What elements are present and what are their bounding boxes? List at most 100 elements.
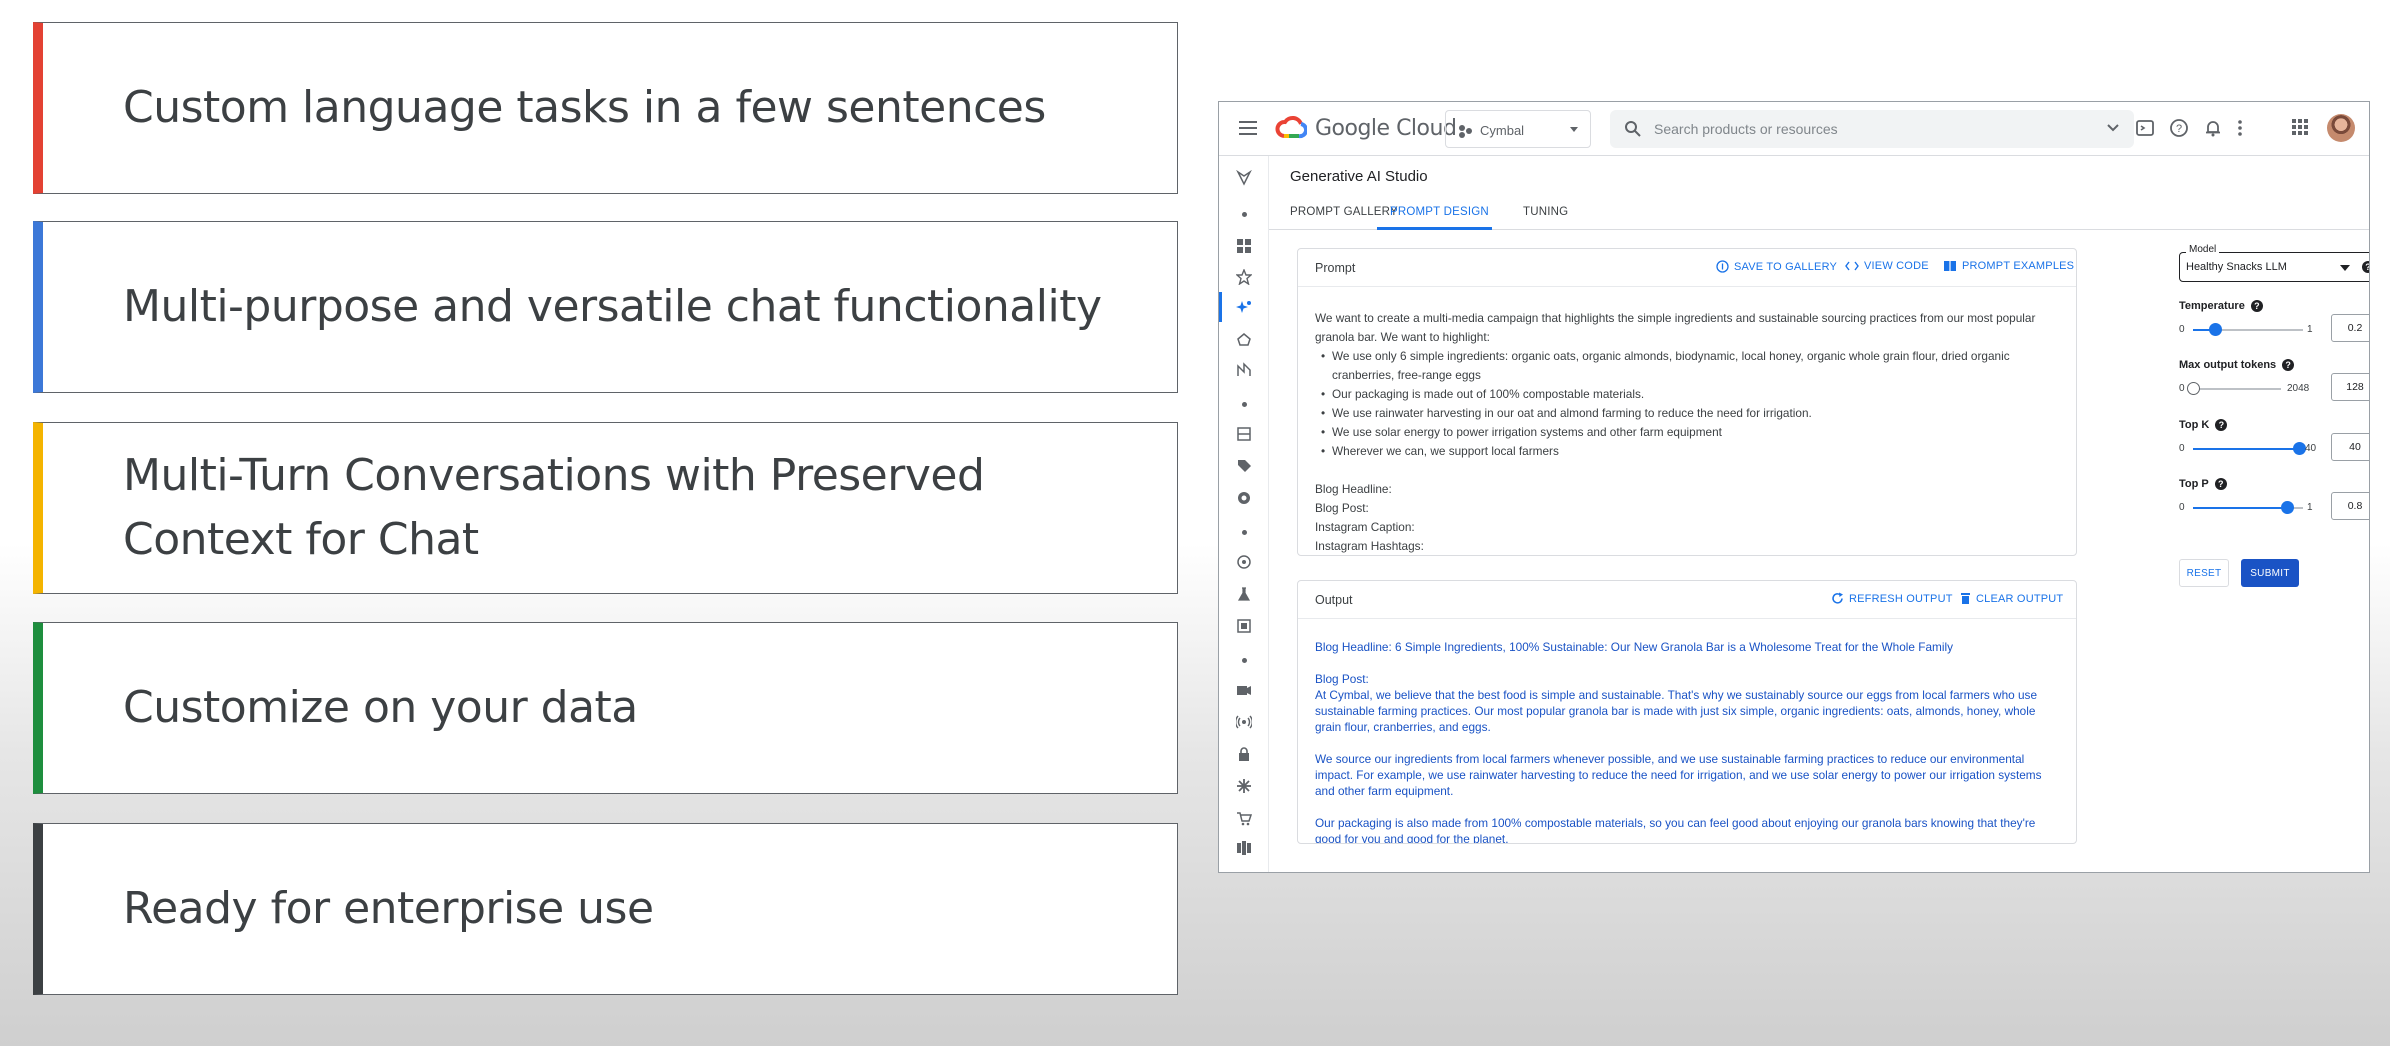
collapse-nav-icon[interactable] — [1236, 840, 1252, 856]
active-tab-indicator — [1377, 227, 1492, 230]
max-output-tokens-param: Max output tokens? 0 2048 128 — [2179, 359, 2369, 415]
list-item: Wherever we can, we support local farmer… — [1315, 442, 2055, 461]
view-code-label: VIEW CODE — [1864, 260, 1929, 272]
nav-dot-icon[interactable] — [1242, 402, 1247, 407]
temperature-param: Temperature? 0 1 0.2 — [2179, 300, 2369, 356]
generative-ai-icon[interactable] — [1236, 299, 1252, 315]
save-to-gallery-label: SAVE TO GALLERY — [1734, 260, 1838, 273]
workbench-icon[interactable] — [1236, 778, 1252, 794]
submit-button[interactable]: SUBMIT — [2241, 559, 2299, 587]
feature-text: Ready for enterprise use — [123, 883, 654, 934]
prompt-examples-button[interactable]: PROMPT EXAMPLES — [1943, 260, 2074, 272]
code-icon — [1845, 261, 1859, 271]
notification-bell-icon[interactable] — [2203, 118, 2223, 138]
prompt-examples-label: PROMPT EXAMPLES — [1962, 260, 2075, 272]
top-p-input[interactable]: 0.8 — [2331, 492, 2369, 520]
tab-tuning[interactable]: TUNING — [1523, 206, 1568, 218]
model-select[interactable]: Model Healthy Snacks LLM ? — [2179, 244, 2369, 282]
help-icon[interactable]: ? — [2282, 359, 2295, 371]
menu-icon[interactable] — [1239, 119, 1257, 137]
dashboard-icon[interactable] — [1236, 238, 1252, 254]
output-paragraph: Our packaging is also made from 100% com… — [1315, 816, 2036, 844]
cloud-console-window: Google Cloud Cymbal Search products or r… — [1218, 101, 2370, 873]
output-paragraph: At Cymbal, we believe that the best food… — [1315, 688, 2038, 734]
output-text: Blog Headline: 6 Simple Ingredients, 100… — [1315, 639, 2055, 844]
reset-button[interactable]: RESET — [2179, 559, 2229, 587]
nav-dot-icon[interactable] — [1242, 530, 1247, 535]
page-title: Generative AI Studio — [1290, 168, 1428, 185]
top-k-input[interactable]: 40 — [2331, 433, 2369, 461]
trash-icon — [1961, 593, 1970, 604]
refresh-output-button[interactable]: REFRESH OUTPUT — [1831, 592, 1953, 605]
slider-thumb[interactable] — [2187, 382, 2200, 395]
chevron-down-icon[interactable] — [2106, 123, 2120, 133]
prompt-field: Instagram Caption: — [1315, 520, 1415, 534]
list-item: We use rainwater harvesting in our oat a… — [1315, 404, 2055, 423]
param-max: 1 — [2307, 324, 2313, 335]
clear-output-label: CLEAR OUTPUT — [1976, 592, 2064, 605]
help-icon[interactable]: ? — [2362, 261, 2369, 273]
feature-card-enterprise: Ready for enterprise use — [33, 823, 1178, 995]
nav-dot-icon[interactable] — [1242, 212, 1247, 217]
endpoints-icon[interactable] — [1236, 682, 1252, 698]
temperature-slider[interactable] — [2193, 323, 2303, 336]
terminal-icon[interactable] — [2135, 118, 2155, 138]
prompt-field: Instagram Hashtags: — [1315, 539, 1424, 553]
slider-thumb[interactable] — [2209, 323, 2222, 336]
max-output-tokens-input[interactable]: 128 — [2331, 373, 2369, 401]
clear-output-button[interactable]: CLEAR OUTPUT — [1960, 592, 2063, 605]
model-garden-icon[interactable] — [1236, 331, 1252, 347]
top-k-param: Top K? 0 40 40 — [2179, 419, 2369, 475]
prompt-title: Prompt — [1315, 261, 1356, 275]
save-to-gallery-button[interactable]: SAVE TO GALLERY — [1716, 260, 1837, 273]
prompt-field: Blog Headline: — [1315, 482, 1392, 496]
top-p-slider[interactable] — [2193, 501, 2303, 514]
help-icon[interactable]: ? — [2169, 118, 2189, 138]
experiments-icon[interactable] — [1236, 586, 1252, 602]
datasets-icon[interactable] — [1236, 426, 1252, 442]
slider-thumb[interactable] — [2280, 501, 2294, 514]
project-selector[interactable]: Cymbal — [1445, 110, 1591, 148]
help-icon[interactable]: ? — [2215, 419, 2228, 431]
training-icon[interactable] — [1236, 554, 1252, 570]
output-post-label: Blog Post: — [1315, 672, 1369, 686]
top-p-param: Top P? 0 1 0.8 — [2179, 478, 2369, 534]
tab-prompt-design[interactable]: PROMPT DESIGN — [1390, 206, 1489, 218]
svg-text:?: ? — [2176, 123, 2182, 135]
output-paragraph: We source our ingredients from local far… — [1315, 752, 2042, 798]
features-icon[interactable] — [1236, 490, 1252, 506]
broadcast-icon[interactable] — [1236, 714, 1252, 730]
list-item: We use solar energy to power irrigation … — [1315, 423, 2055, 442]
label-icon[interactable] — [1236, 458, 1252, 474]
feature-card-chat: Multi-purpose and versatile chat functio… — [33, 221, 1178, 393]
search-bar[interactable]: Search products or resources — [1610, 110, 2134, 148]
lock-icon[interactable] — [1236, 746, 1252, 762]
temperature-input[interactable]: 0.2 — [2331, 314, 2369, 342]
feature-card-customize: Customize on your data — [33, 622, 1178, 794]
pipelines-icon[interactable] — [1236, 362, 1252, 378]
metadata-icon[interactable] — [1236, 618, 1252, 634]
feature-text: Multi-Turn Conversations with Preserved … — [123, 450, 985, 565]
help-icon[interactable]: ? — [2250, 300, 2263, 312]
search-icon — [1625, 121, 1641, 137]
refresh-output-label: REFRESH OUTPUT — [1849, 592, 1953, 605]
feature-text: Custom language tasks in a few sentences — [123, 82, 1046, 133]
max-output-tokens-slider[interactable] — [2187, 382, 2281, 395]
view-code-button[interactable]: VIEW CODE — [1845, 260, 1929, 272]
avatar[interactable] — [2327, 114, 2355, 142]
search-placeholder: Search products or resources — [1654, 121, 1838, 137]
output-title: Output — [1315, 593, 1353, 607]
help-icon[interactable]: ? — [2214, 478, 2227, 490]
top-k-slider[interactable] — [2193, 442, 2306, 455]
more-vert-icon[interactable] — [2235, 118, 2245, 138]
feature-text: Multi-purpose and versatile chat functio… — [123, 281, 1102, 332]
book-icon — [1944, 261, 1956, 271]
chevron-down-icon — [1570, 127, 1578, 132]
left-nav — [1219, 156, 1269, 872]
prompt-text-area[interactable]: We want to create a multi-media campaign… — [1315, 309, 2055, 555]
tab-prompt-gallery[interactable]: PROMPT GALLERY — [1290, 206, 1398, 218]
marketplace-icon[interactable] — [1236, 810, 1252, 826]
star-icon[interactable] — [1236, 269, 1252, 285]
nav-dot-icon[interactable] — [1242, 658, 1247, 663]
apps-grid-icon[interactable] — [2291, 118, 2309, 136]
